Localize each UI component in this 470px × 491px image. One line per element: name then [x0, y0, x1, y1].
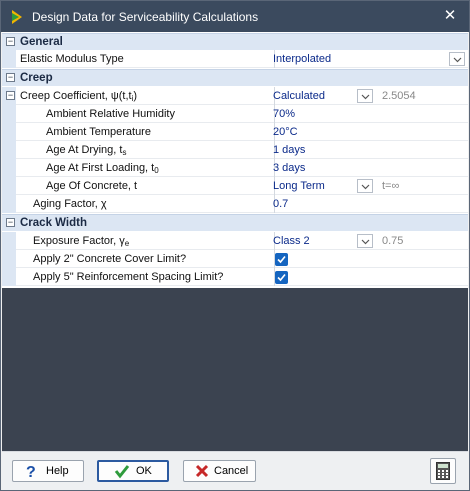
dropdown-chevron-icon[interactable]: [357, 89, 373, 103]
computed-value: 0.75: [382, 235, 404, 247]
row-label: Exposure Factor, γe: [33, 232, 275, 250]
category-label: Creep: [20, 72, 53, 84]
collapse-icon[interactable]: −: [6, 37, 15, 46]
label-text: Age At Drying, t: [46, 144, 123, 156]
row-gutter: [2, 232, 16, 250]
category-creep[interactable]: − Creep: [2, 69, 468, 86]
cancel-label: Cancel: [214, 465, 249, 477]
row-value[interactable]: 0.7: [273, 195, 288, 213]
computed-value: 2.5054: [382, 90, 416, 102]
label-text: Exposure Factor, γ: [33, 235, 125, 247]
row-label: Elastic Modulus Type: [20, 50, 275, 68]
label-subscript: 0: [154, 166, 159, 175]
row-gutter: [2, 195, 16, 213]
row-label: Apply 5" Reinforcement Spacing Limit?: [33, 268, 275, 286]
label-text: Age At First Loading, t: [46, 162, 155, 174]
calculator-icon: [436, 462, 450, 480]
dropdown-chevron-icon[interactable]: [449, 52, 465, 66]
svg-text:?: ?: [26, 464, 36, 479]
ok-label: OK: [136, 465, 152, 477]
row-age-at-first-loading[interactable]: Age At First Loading, t0 3 days: [2, 159, 468, 177]
help-label: Help: [46, 465, 69, 477]
computed-value: t=∞: [382, 180, 400, 192]
row-label: Age At First Loading, t0: [46, 159, 275, 177]
row-label: Age Of Concrete, t: [46, 177, 275, 195]
row-ambient-relative-humidity[interactable]: Ambient Relative Humidity 70%: [2, 105, 468, 123]
row-label: Aging Factor, χ: [33, 195, 275, 213]
button-bar: ? Help OK Cancel: [2, 451, 468, 490]
row-gutter: [2, 268, 16, 286]
row-value[interactable]: 20°C: [273, 123, 298, 141]
dropdown-chevron-icon[interactable]: [357, 179, 373, 193]
checkbox-checked[interactable]: [275, 253, 288, 266]
help-button[interactable]: ? Help: [12, 460, 84, 482]
ok-button[interactable]: OK: [97, 460, 169, 482]
row-gutter: [2, 177, 16, 195]
row-gutter: [2, 50, 16, 68]
row-value[interactable]: 70%: [273, 105, 295, 123]
category-general[interactable]: − General: [2, 33, 468, 50]
row-value[interactable]: Calculated: [273, 87, 325, 105]
label-subscript: s: [122, 148, 127, 157]
calculator-button[interactable]: [430, 458, 456, 484]
dropdown-chevron-icon[interactable]: [357, 234, 373, 248]
category-label: Crack Width: [20, 217, 87, 229]
title-bar[interactable]: Design Data for Serviceability Calculati…: [1, 1, 469, 32]
description-panel: [2, 288, 468, 451]
checkmark-icon: [114, 465, 130, 479]
row-value[interactable]: Interpolated: [273, 50, 331, 68]
row-label: Ambient Temperature: [46, 123, 275, 141]
row-age-at-drying[interactable]: Age At Drying, ts 1 days: [2, 141, 468, 159]
row-creep-coefficient[interactable]: − Creep Coefficient, ψ(t,ti) Calculated …: [2, 87, 468, 105]
dialog-window: Design Data for Serviceability Calculati…: [0, 0, 470, 491]
row-label: Age At Drying, ts: [46, 141, 275, 159]
row-gutter: [2, 123, 16, 141]
row-exposure-factor[interactable]: Exposure Factor, γe Class 2 0.75: [2, 232, 468, 250]
row-ambient-temperature[interactable]: Ambient Temperature 20°C: [2, 123, 468, 141]
x-icon: [195, 464, 209, 478]
row-concrete-cover-limit[interactable]: Apply 2" Concrete Cover Limit?: [2, 250, 468, 268]
close-icon[interactable]: ✕: [441, 7, 459, 25]
row-value[interactable]: Long Term: [273, 177, 325, 195]
row-label: Creep Coefficient, ψ(t,ti): [20, 87, 275, 105]
label-text: Creep Coefficient, ψ(t,t: [20, 90, 132, 102]
cancel-button[interactable]: Cancel: [183, 460, 256, 482]
row-value[interactable]: 3 days: [273, 159, 305, 177]
row-label: Ambient Relative Humidity: [46, 105, 275, 123]
row-value[interactable]: Class 2: [273, 232, 310, 250]
label-subscript: e: [124, 239, 130, 248]
category-label: General: [20, 36, 63, 48]
category-crack-width[interactable]: − Crack Width: [2, 214, 468, 231]
collapse-icon[interactable]: −: [6, 91, 15, 100]
collapse-icon[interactable]: −: [6, 73, 15, 82]
row-reinforcement-spacing-limit[interactable]: Apply 5" Reinforcement Spacing Limit?: [2, 268, 468, 286]
row-gutter: [2, 159, 16, 177]
row-gutter: [2, 141, 16, 159]
row-value[interactable]: 1 days: [273, 141, 305, 159]
row-elastic-modulus-type[interactable]: Elastic Modulus Type Interpolated: [2, 50, 468, 68]
row-gutter: [2, 250, 16, 268]
row-gutter: [2, 105, 16, 123]
help-icon: ?: [26, 464, 36, 479]
checkbox-checked[interactable]: [275, 271, 288, 284]
row-aging-factor[interactable]: Aging Factor, χ 0.7: [2, 195, 468, 213]
window-title: Design Data for Serviceability Calculati…: [32, 10, 259, 24]
app-logo-icon: [12, 10, 22, 24]
collapse-icon[interactable]: −: [6, 218, 15, 227]
label-tail: ): [133, 90, 138, 102]
row-label: Apply 2" Concrete Cover Limit?: [33, 250, 275, 268]
property-grid: − General Elastic Modulus Type Interpola…: [2, 32, 468, 288]
row-age-of-concrete[interactable]: Age Of Concrete, t Long Term t=∞: [2, 177, 468, 195]
